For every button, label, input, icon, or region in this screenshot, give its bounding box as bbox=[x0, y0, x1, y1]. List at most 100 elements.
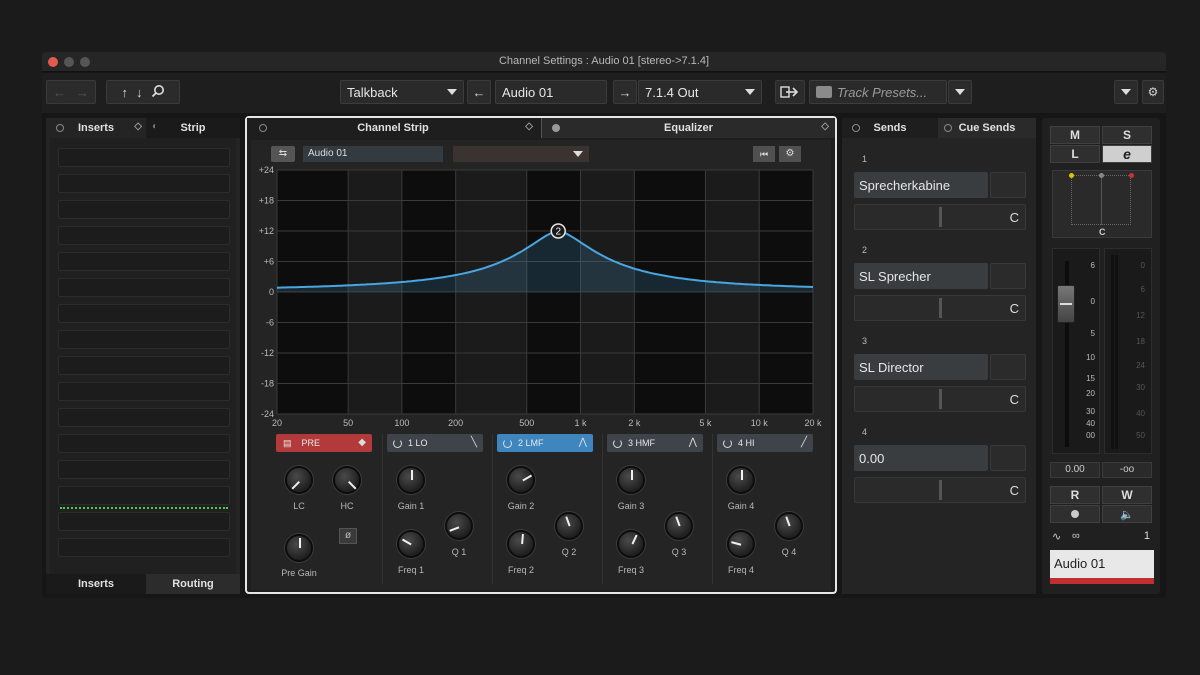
read-automation-button[interactable]: R bbox=[1050, 486, 1100, 504]
tab-cue-sends[interactable]: Cue Sends bbox=[938, 118, 1036, 138]
tab-inserts-bottom[interactable]: Inserts bbox=[46, 574, 146, 594]
eq-preset-select[interactable] bbox=[453, 146, 589, 162]
solo-button[interactable]: S bbox=[1102, 126, 1152, 144]
insert-slot-2[interactable] bbox=[58, 174, 230, 193]
insert-slot-5[interactable] bbox=[58, 252, 230, 271]
tab-equalizer[interactable]: Equalizer ◇ bbox=[541, 118, 835, 138]
bypass-dot-icon[interactable] bbox=[852, 124, 860, 132]
channel-name-label[interactable]: Audio 01 bbox=[1050, 550, 1154, 584]
send-3-pan[interactable]: C bbox=[854, 386, 1026, 412]
bypass-dot-icon[interactable] bbox=[56, 124, 64, 132]
channel-name-value: Audio 01 bbox=[502, 84, 554, 100]
insert-slot-13[interactable] bbox=[58, 460, 230, 479]
volume-fader[interactable] bbox=[1057, 285, 1075, 323]
insert-slot-12[interactable] bbox=[58, 434, 230, 453]
listen-button[interactable]: L bbox=[1050, 145, 1100, 163]
insert-slot-4[interactable] bbox=[58, 226, 230, 245]
eq-settings-button[interactable]: ⚙ bbox=[779, 146, 801, 162]
mute-button[interactable]: M bbox=[1050, 126, 1100, 144]
gain-3-knob[interactable] bbox=[617, 466, 645, 494]
surround-panner[interactable]: C bbox=[1052, 170, 1152, 238]
forward-arrow-icon[interactable]: → bbox=[76, 85, 89, 100]
bypass-dot-icon[interactable] bbox=[552, 124, 560, 132]
send-3-level[interactable] bbox=[990, 354, 1026, 380]
send-1-pan[interactable]: C bbox=[854, 204, 1026, 230]
send-4-level-value[interactable]: 0.00 bbox=[854, 445, 988, 471]
monitor-button[interactable]: 🔈 bbox=[1102, 505, 1152, 523]
gain-1-knob[interactable] bbox=[397, 466, 425, 494]
lc-knob[interactable] bbox=[285, 466, 313, 494]
tab-sends[interactable]: Sends bbox=[842, 118, 938, 138]
channel-settings-window: Channel Settings : Audio 01 [stereo->7.1… bbox=[42, 52, 1166, 598]
insert-slot-1[interactable] bbox=[58, 148, 230, 167]
send-1-level[interactable] bbox=[990, 172, 1026, 198]
eq-curve-display[interactable]: 20 50 100 200 500 1 k2 k5 k 10 k 20 k+24+18+12+… bbox=[251, 166, 831, 428]
bypass-dot-icon[interactable] bbox=[944, 124, 952, 132]
freq-1-knob[interactable] bbox=[397, 530, 425, 558]
insert-slot-8[interactable] bbox=[58, 330, 230, 349]
volume-value[interactable]: 0.00 bbox=[1050, 462, 1100, 478]
write-automation-button[interactable]: W bbox=[1102, 486, 1152, 504]
band-2-header[interactable]: 2 LMF ⋀ bbox=[497, 434, 593, 452]
tab-strip[interactable]: ◐ Strip bbox=[146, 118, 240, 138]
send-1-destination[interactable]: Sprecherkabine bbox=[854, 172, 988, 198]
hc-knob[interactable] bbox=[333, 466, 361, 494]
freq-4-knob[interactable] bbox=[727, 530, 755, 558]
insert-slot-11[interactable] bbox=[58, 408, 230, 427]
send-3-destination[interactable]: SL Director bbox=[854, 354, 988, 380]
tab-channel-strip[interactable]: Channel Strip ◇ bbox=[247, 118, 539, 138]
band-4-header[interactable]: 4 HI ╱ bbox=[717, 434, 813, 452]
bypass-dot-icon[interactable] bbox=[259, 124, 267, 132]
pre-section-header[interactable]: ▤ PRE ◆ bbox=[276, 434, 372, 452]
send-4-pan[interactable]: C bbox=[854, 477, 1026, 503]
band-1-header[interactable]: 1 LO ╲ bbox=[387, 434, 483, 452]
insert-slot-10[interactable] bbox=[58, 382, 230, 401]
output-arrow-button[interactable]: → bbox=[613, 80, 637, 104]
channel-nav-buttons: ↑ ↓ bbox=[106, 80, 180, 104]
gear-icon: ⚙ bbox=[1147, 85, 1159, 99]
band-3-header[interactable]: 3 HMF ⋀ bbox=[607, 434, 703, 452]
send-2-destination[interactable]: SL Sprecher bbox=[854, 263, 988, 289]
send-4-level[interactable] bbox=[990, 445, 1026, 471]
gain-2-knob[interactable] bbox=[507, 466, 535, 494]
q-1-knob[interactable] bbox=[445, 512, 473, 540]
q-4-knob[interactable] bbox=[775, 512, 803, 540]
track-presets-dropdown[interactable] bbox=[948, 80, 972, 104]
send-2-level[interactable] bbox=[990, 263, 1026, 289]
insert-slot-15[interactable] bbox=[58, 512, 230, 531]
input-arrow-button[interactable]: ← bbox=[467, 80, 491, 104]
link-channel-button[interactable] bbox=[775, 80, 805, 104]
search-icon[interactable] bbox=[151, 84, 165, 101]
insert-slot-14[interactable] bbox=[58, 486, 230, 505]
record-enable-button[interactable] bbox=[1050, 505, 1100, 523]
link-icon[interactable]: ∞ bbox=[1072, 530, 1080, 542]
back-arrow-icon[interactable]: ← bbox=[53, 85, 66, 100]
channel-name-field[interactable]: Audio 01 bbox=[495, 80, 607, 104]
insert-slot-3[interactable] bbox=[58, 200, 230, 219]
track-presets-field[interactable]: Track Presets... bbox=[809, 80, 947, 104]
gain-4-knob[interactable] bbox=[727, 466, 755, 494]
tab-routing[interactable]: Routing bbox=[146, 574, 240, 594]
freq-3-knob[interactable] bbox=[617, 530, 645, 558]
edit-channel-button[interactable]: e bbox=[1102, 145, 1152, 163]
insert-slot-16[interactable] bbox=[58, 538, 230, 557]
up-arrow-icon[interactable]: ↑ bbox=[122, 85, 129, 100]
eq-compare-button[interactable]: ⇆ bbox=[271, 146, 295, 162]
input-routing-select[interactable]: Talkback bbox=[340, 80, 464, 104]
settings-button[interactable]: ⚙ bbox=[1142, 80, 1164, 104]
eq-reset-button[interactable]: ⏮ bbox=[753, 146, 775, 162]
pre-gain-knob[interactable] bbox=[285, 534, 313, 562]
send-2-pan[interactable]: C bbox=[854, 295, 1026, 321]
q-2-knob[interactable] bbox=[555, 512, 583, 540]
window-menu-dropdown[interactable] bbox=[1114, 80, 1138, 104]
insert-slot-6[interactable] bbox=[58, 278, 230, 297]
output-routing-select[interactable]: 7.1.4 Out bbox=[638, 80, 762, 104]
phase-invert-button[interactable]: ø bbox=[339, 528, 357, 544]
q-3-knob[interactable] bbox=[665, 512, 693, 540]
down-arrow-icon[interactable]: ↓ bbox=[136, 85, 143, 100]
tab-inserts[interactable]: Inserts ◇ bbox=[46, 118, 146, 138]
insert-slot-9[interactable] bbox=[58, 356, 230, 375]
insert-slot-7[interactable] bbox=[58, 304, 230, 323]
freq-2-knob[interactable] bbox=[507, 530, 535, 558]
peak-value[interactable]: -oo bbox=[1102, 462, 1152, 478]
